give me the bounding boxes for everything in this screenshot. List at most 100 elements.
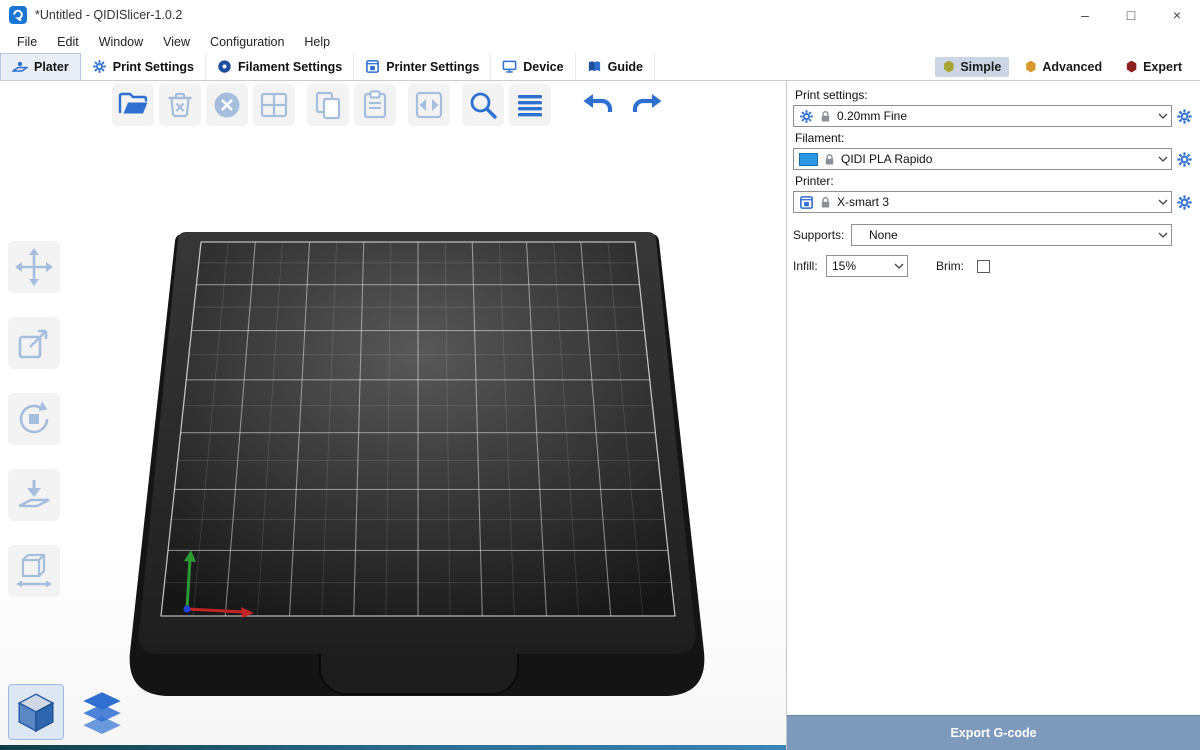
print-bed — [58, 154, 758, 750]
filament-label: Filament: — [795, 131, 1194, 145]
move-icon — [14, 247, 54, 287]
plater-icon — [12, 59, 28, 75]
arrange-icon — [257, 88, 291, 122]
menu-edit[interactable]: Edit — [47, 35, 89, 49]
settings-sidebar: Print settings: 0.20mm Fine Filament: QI… — [786, 81, 1200, 750]
move-button[interactable] — [8, 241, 60, 293]
gear-icon — [1176, 194, 1193, 211]
view-3d-button[interactable] — [8, 684, 64, 740]
left-toolbar — [8, 241, 60, 597]
mode-expert[interactable]: Expert — [1118, 57, 1190, 77]
open-button[interactable] — [112, 84, 154, 126]
simple-mode-hexagon-icon — [943, 61, 954, 73]
export-gcode-button[interactable]: Export G-code — [787, 715, 1200, 750]
place-on-face-button[interactable] — [8, 469, 60, 521]
variable-layer-height-button[interactable] — [509, 84, 551, 126]
measure-icon — [14, 551, 54, 591]
delete-icon — [163, 88, 197, 122]
advanced-mode-hexagon-icon — [1025, 61, 1036, 73]
printer-settings-icon — [365, 59, 380, 74]
printer-select[interactable]: X-smart 3 — [793, 191, 1172, 213]
search-button[interactable] — [462, 84, 504, 126]
tab-device[interactable]: Device — [491, 53, 575, 80]
cube-3d-icon — [15, 691, 57, 733]
rotate-icon — [14, 399, 54, 439]
open-folder-icon — [116, 88, 150, 122]
minimize-button[interactable]: – — [1062, 0, 1108, 30]
tab-bar: Plater Print Settings Filament Settings … — [0, 53, 1200, 81]
brim-checkbox[interactable] — [977, 260, 990, 273]
menu-configuration[interactable]: Configuration — [200, 35, 294, 49]
mode-simple[interactable]: Simple — [935, 57, 1009, 77]
lock-icon — [819, 195, 832, 210]
view-preview-button[interactable] — [74, 684, 130, 740]
filament-gear-button[interactable] — [1172, 151, 1196, 168]
delete-all-icon — [210, 88, 244, 122]
printer-label: Printer: — [795, 174, 1194, 188]
split-to-objects-icon — [412, 88, 446, 122]
print-settings-icon — [92, 59, 107, 74]
filament-spool-icon — [217, 59, 232, 74]
paste-button[interactable] — [354, 84, 396, 126]
tab-guide[interactable]: Guide — [576, 53, 655, 80]
app-logo-icon — [9, 6, 27, 24]
split-button[interactable] — [408, 84, 450, 126]
device-monitor-icon — [502, 59, 517, 74]
supports-select[interactable]: None — [851, 224, 1172, 246]
filament-swatch — [799, 153, 818, 166]
infill-select[interactable]: 15% — [826, 255, 908, 277]
expert-mode-hexagon-icon — [1126, 61, 1137, 73]
print-settings-gear-button[interactable] — [1172, 108, 1196, 125]
menu-view[interactable]: View — [153, 35, 200, 49]
copy-icon — [311, 88, 345, 122]
delete-button[interactable] — [159, 84, 201, 126]
maximize-button[interactable]: □ — [1108, 0, 1154, 30]
tab-plater[interactable]: Plater — [0, 53, 81, 80]
menu-window[interactable]: Window — [89, 35, 153, 49]
print-settings-select[interactable]: 0.20mm Fine — [793, 105, 1172, 127]
redo-icon — [629, 88, 663, 122]
tab-printer-settings[interactable]: Printer Settings — [354, 53, 491, 80]
layer-lines-icon — [513, 88, 547, 122]
chevron-down-icon — [1154, 106, 1171, 126]
copy-button[interactable] — [307, 84, 349, 126]
filament-select[interactable]: QIDI PLA Rapido — [793, 148, 1172, 170]
delete-all-button[interactable] — [206, 84, 248, 126]
undo-button[interactable] — [578, 84, 620, 126]
place-on-face-icon — [14, 475, 54, 515]
menu-help[interactable]: Help — [294, 35, 340, 49]
tab-print-settings[interactable]: Print Settings — [81, 53, 206, 80]
paste-icon — [358, 88, 392, 122]
scale-icon — [14, 323, 54, 363]
infill-label: Infill: — [793, 259, 826, 273]
supports-label: Supports: — [793, 228, 851, 242]
bottom-edge-strip — [0, 745, 786, 750]
view-switcher — [8, 684, 130, 740]
window-title: *Untitled - QIDISlicer-1.0.2 — [35, 8, 182, 22]
guide-book-icon — [587, 59, 602, 74]
mode-advanced[interactable]: Advanced — [1017, 57, 1110, 77]
lock-icon — [819, 109, 832, 124]
redo-button[interactable] — [625, 84, 667, 126]
measure-button[interactable] — [8, 545, 60, 597]
menu-file[interactable]: File — [7, 35, 47, 49]
title-bar: *Untitled - QIDISlicer-1.0.2 – □ × — [0, 0, 1200, 30]
gear-icon — [1176, 108, 1193, 125]
chevron-down-icon — [890, 256, 907, 276]
gear-icon — [1176, 151, 1193, 168]
viewport-3d[interactable] — [0, 81, 786, 750]
arrange-button[interactable] — [253, 84, 295, 126]
search-icon — [466, 88, 500, 122]
chevron-down-icon — [1154, 225, 1171, 245]
chevron-down-icon — [1154, 149, 1171, 169]
lock-icon — [823, 152, 836, 167]
gear-icon — [799, 109, 814, 124]
tab-filament-settings[interactable]: Filament Settings — [206, 53, 354, 80]
scale-button[interactable] — [8, 317, 60, 369]
rotate-button[interactable] — [8, 393, 60, 445]
undo-icon — [582, 88, 616, 122]
layers-preview-icon — [80, 690, 124, 734]
printer-gear-button[interactable] — [1172, 194, 1196, 211]
printer-icon — [799, 195, 814, 210]
close-button[interactable]: × — [1154, 0, 1200, 30]
